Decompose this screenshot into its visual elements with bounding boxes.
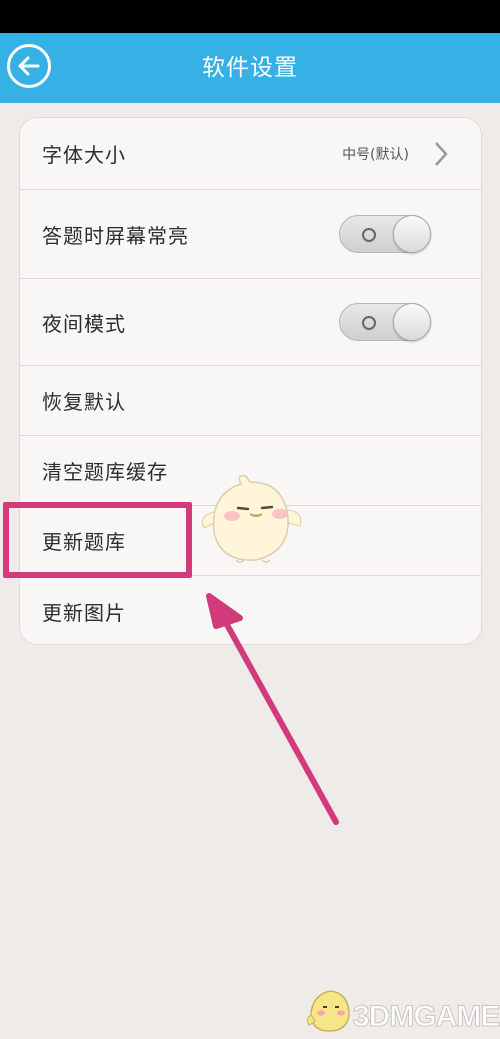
setting-value: 中号(默认) [342,146,409,163]
watermark-logo-icon [306,990,350,1032]
setting-restore-default[interactable]: 恢复默认 [20,366,481,436]
setting-label: 清空题库缓存 [42,460,168,484]
watermark-text: 3DMGAME [352,1000,500,1034]
toggle-off-indicator [362,316,376,330]
chevron-right-icon [435,141,448,166]
setting-label: 答题时屏幕常亮 [42,223,189,248]
mascot-illustration [201,474,302,563]
screen-on-toggle[interactable] [339,215,431,253]
toggle-knob [393,303,431,341]
toggle-knob [393,215,431,253]
setting-font-size[interactable]: 字体大小 中号(默认) [20,118,481,190]
setting-label: 恢复默认 [42,390,126,414]
toggle-off-indicator [362,228,376,242]
setting-label: 夜间模式 [42,311,126,336]
app-header: 软件设置 [0,33,500,103]
night-mode-toggle[interactable] [339,303,431,341]
highlight-annotation [3,502,192,578]
setting-label: 更新图片 [42,600,126,625]
setting-update-images[interactable]: 更新图片 [20,576,481,644]
status-bar [0,0,500,33]
setting-screen-on: 答题时屏幕常亮 [20,190,481,279]
setting-night-mode: 夜间模式 [20,279,481,366]
setting-label: 字体大小 [42,143,126,167]
page-title: 软件设置 [202,55,298,81]
